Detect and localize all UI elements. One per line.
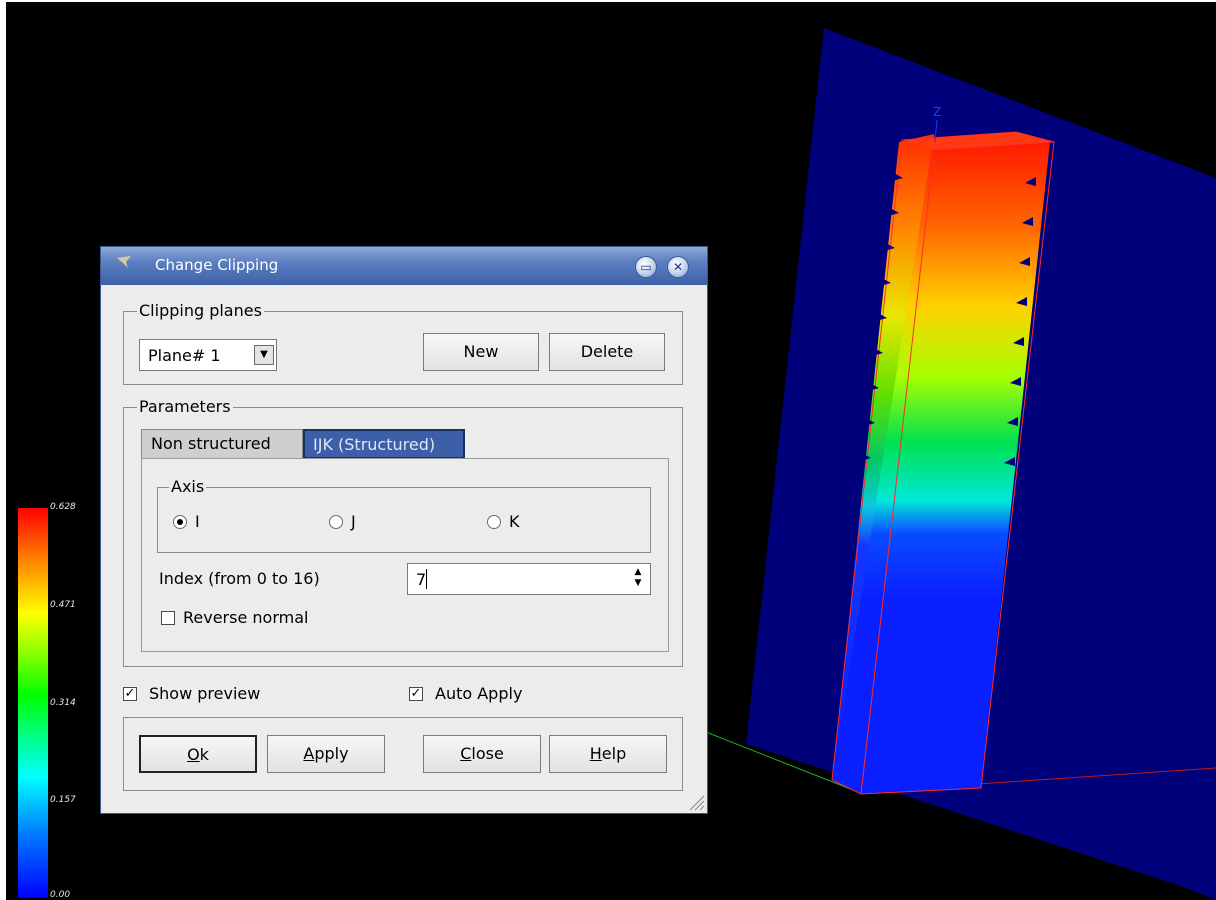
chevron-down-icon[interactable]: ▼ bbox=[254, 345, 274, 365]
color-scale-bar bbox=[18, 508, 48, 898]
help-rest: elp bbox=[601, 744, 627, 763]
scale-label-2: 0.471 bbox=[50, 600, 76, 610]
new-plane-button[interactable]: New bbox=[423, 333, 539, 371]
parameters-label: Parameters bbox=[137, 397, 233, 416]
plane-select[interactable]: Plane# 1 ▼ bbox=[139, 339, 277, 371]
close-button[interactable]: Close bbox=[423, 735, 541, 773]
apply-rest: pply bbox=[314, 744, 349, 763]
delete-plane-button[interactable]: Delete bbox=[549, 333, 665, 371]
radio-i[interactable] bbox=[173, 515, 187, 529]
radio-selected-dot bbox=[177, 519, 183, 525]
maximize-icon[interactable]: ▭ bbox=[635, 256, 657, 278]
show-preview-checkbox[interactable]: ✓ bbox=[123, 687, 137, 701]
close-icon[interactable]: ✕ bbox=[667, 256, 689, 278]
dialog-title: Change Clipping bbox=[155, 256, 279, 274]
app-icon bbox=[117, 256, 131, 268]
scale-label-min: 0.00 bbox=[50, 890, 71, 900]
change-clipping-dialog: Change Clipping ▭ ✕ Clipping planes Plan… bbox=[100, 246, 708, 814]
show-preview-label: Show preview bbox=[149, 684, 261, 703]
ok-mnemonic: O bbox=[187, 745, 200, 764]
scale-label-3: 0.314 bbox=[50, 698, 76, 708]
index-label: Index (from 0 to 16) bbox=[159, 569, 320, 588]
help-button[interactable]: Help bbox=[549, 735, 667, 773]
plane-select-value: Plane# 1 bbox=[148, 346, 221, 365]
close-rest: lose bbox=[471, 744, 504, 763]
spin-arrows-icon[interactable]: ▲ ▼ bbox=[630, 567, 646, 591]
reverse-normal-checkbox[interactable] bbox=[161, 611, 175, 625]
resize-grip-icon[interactable] bbox=[687, 793, 705, 811]
z-axis-label: Z bbox=[933, 105, 941, 119]
text-caret bbox=[426, 569, 427, 589]
axis-group bbox=[157, 487, 651, 553]
index-spinbox[interactable]: 7 ▲ ▼ bbox=[407, 563, 651, 595]
apply-mnemonic: A bbox=[303, 744, 315, 763]
radio-i-label: I bbox=[195, 512, 200, 531]
axis-label: Axis bbox=[169, 477, 207, 496]
radio-k-label: K bbox=[509, 512, 520, 531]
radio-j[interactable] bbox=[329, 515, 343, 529]
dialog-titlebar[interactable]: Change Clipping ▭ ✕ bbox=[101, 247, 707, 285]
ok-rest: k bbox=[199, 745, 209, 764]
reverse-normal-label: Reverse normal bbox=[183, 608, 309, 627]
close-mnemonic: C bbox=[460, 744, 472, 763]
auto-apply-checkbox[interactable]: ✓ bbox=[409, 687, 423, 701]
index-value: 7 bbox=[416, 570, 427, 589]
scale-label-4: 0.157 bbox=[50, 795, 76, 805]
apply-button[interactable]: Apply bbox=[267, 735, 385, 773]
tab-non-structured[interactable]: Non structured bbox=[141, 429, 303, 459]
radio-k[interactable] bbox=[487, 515, 501, 529]
clipping-planes-label: Clipping planes bbox=[137, 301, 264, 320]
radio-j-label: J bbox=[351, 512, 356, 531]
help-mnemonic: H bbox=[589, 744, 602, 763]
auto-apply-label: Auto Apply bbox=[435, 684, 523, 703]
tab-ijk-structured[interactable]: IJK (Structured) bbox=[303, 429, 465, 459]
ok-button[interactable]: Ok bbox=[139, 735, 257, 773]
scale-label-max: 0.628 bbox=[50, 502, 76, 512]
